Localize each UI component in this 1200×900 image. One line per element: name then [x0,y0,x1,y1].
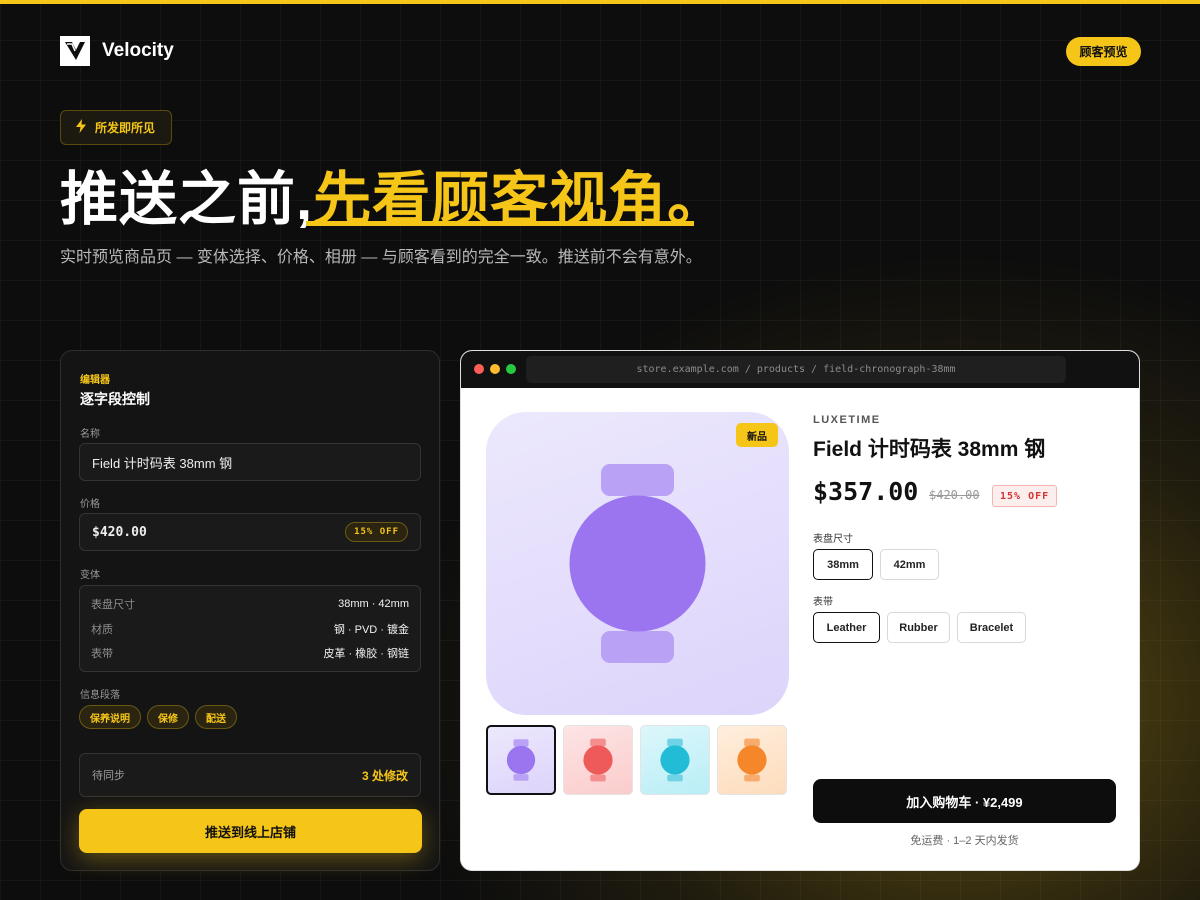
gallery-thumbnail-orange[interactable] [717,725,787,795]
variant-value: 钢 · PVD · 镀金 [333,623,409,636]
watch-illustration-icon [569,464,706,663]
editor-title: 逐字段控制 [80,391,150,407]
maximize-dot-icon[interactable] [506,364,516,374]
price-label: 价格 [80,499,100,510]
variant-row[interactable]: 表盘尺寸 38mm · 42mm [91,592,409,617]
variants-box[interactable]: 表盘尺寸 38mm · 42mm 材质 钢 · PVD · 镀金 表带 皮革 ·… [79,585,421,672]
gallery-thumbnail-cyan[interactable] [640,725,710,795]
hero-subtitle: 实时预览商品页 — 变体选择、价格、相册 — 与顾客看到的完全一致。推送前不会有… [60,249,702,266]
top-accent-line [0,0,1200,4]
section-chip-warranty[interactable]: 保修 [147,705,189,729]
size-option-42mm[interactable]: 42mm [880,549,939,580]
variant-key: 表带 [91,648,113,661]
strap-option-leather[interactable]: Leather [813,612,880,643]
variant-key: 材质 [91,623,113,636]
watch-thumbnail-icon [583,738,613,782]
product-title: Field 计时码表 38mm 钢 [813,438,1046,461]
feature-pill-label: 所发即所见 [95,121,156,135]
new-badge: 新品 [736,423,778,447]
hero-title-plain: 推送之前, [60,167,314,232]
sections-label: 信息段落 [80,690,120,701]
discount-badge: 15% OFF [345,522,408,542]
gallery-thumbnail-purple[interactable] [486,725,556,795]
product-main-image[interactable] [486,412,789,715]
strap-option-rubber[interactable]: Rubber [887,612,950,643]
product-price: $357.00 [813,477,919,506]
variant-row[interactable]: 材质 钢 · PVD · 镀金 [91,617,409,642]
size-option-38mm[interactable]: 38mm [813,549,873,580]
name-field-value: Field 计时码表 38mm 钢 [92,455,233,471]
variant-key: 表盘尺寸 [91,599,135,612]
sync-count: 3 处修改 [361,768,408,783]
shipping-note: 免运费 · 1–2 天内发货 [910,835,1019,847]
price-field-value: $420.00 [92,524,147,540]
lightning-icon [75,119,87,136]
pending-sync-box: 待同步 3 处修改 [79,753,421,797]
name-label: 名称 [80,429,100,440]
price-field[interactable]: $420.00 15% OFF [79,513,421,551]
velocity-logo-icon[interactable] [60,36,90,66]
section-chip-care[interactable]: 保养说明 [79,705,141,729]
minimize-dot-icon[interactable] [490,364,500,374]
dial-size-label: 表盘尺寸 [813,534,853,545]
url-bar[interactable]: store.example.com / products / field-chr… [526,356,1066,383]
variant-value: 皮革 · 橡胶 · 钢链 [323,648,409,661]
sync-label: 待同步 [92,770,125,782]
push-to-store-button[interactable]: 推送到线上店铺 [79,809,422,853]
discount-tag: 15% OFF [992,485,1058,507]
editor-panel: 编辑器 逐字段控制 名称 Field 计时码表 38mm 钢 价格 $420.0… [60,350,440,871]
variant-value: 38mm · 42mm [338,598,409,611]
close-dot-icon[interactable] [474,364,484,374]
hero-title-underline [306,221,694,226]
variant-row[interactable]: 表带 皮革 · 橡胶 · 钢链 [91,641,409,666]
section-chips: 保养说明 保修 配送 [79,705,237,729]
section-chip-shipping[interactable]: 配送 [195,705,237,729]
gallery-thumbnail-red[interactable] [563,725,633,795]
storefront-preview-window: store.example.com / products / field-chr… [460,350,1140,871]
name-field[interactable]: Field 计时码表 38mm 钢 [79,443,421,481]
editor-kicker: 编辑器 [80,375,110,386]
compare-at-price: $420.00 [929,488,980,502]
watch-thumbnail-icon [737,738,767,782]
add-to-cart-button[interactable]: 加入购物车 · ¥2,499 [813,779,1116,823]
strap-label: 表带 [813,597,833,608]
variants-label: 变体 [80,570,100,581]
feature-pill: 所发即所见 [60,110,173,145]
customer-preview-button[interactable]: 顾客预览 [1066,37,1141,66]
strap-option-bracelet[interactable]: Bracelet [957,612,1026,643]
browser-titlebar: store.example.com / products / field-chr… [461,351,1139,388]
watch-thumbnail-icon [660,738,690,782]
watch-thumbnail-icon [506,739,536,781]
brand-name[interactable]: Velocity [102,40,174,62]
product-vendor: LUXETIME [813,414,881,426]
